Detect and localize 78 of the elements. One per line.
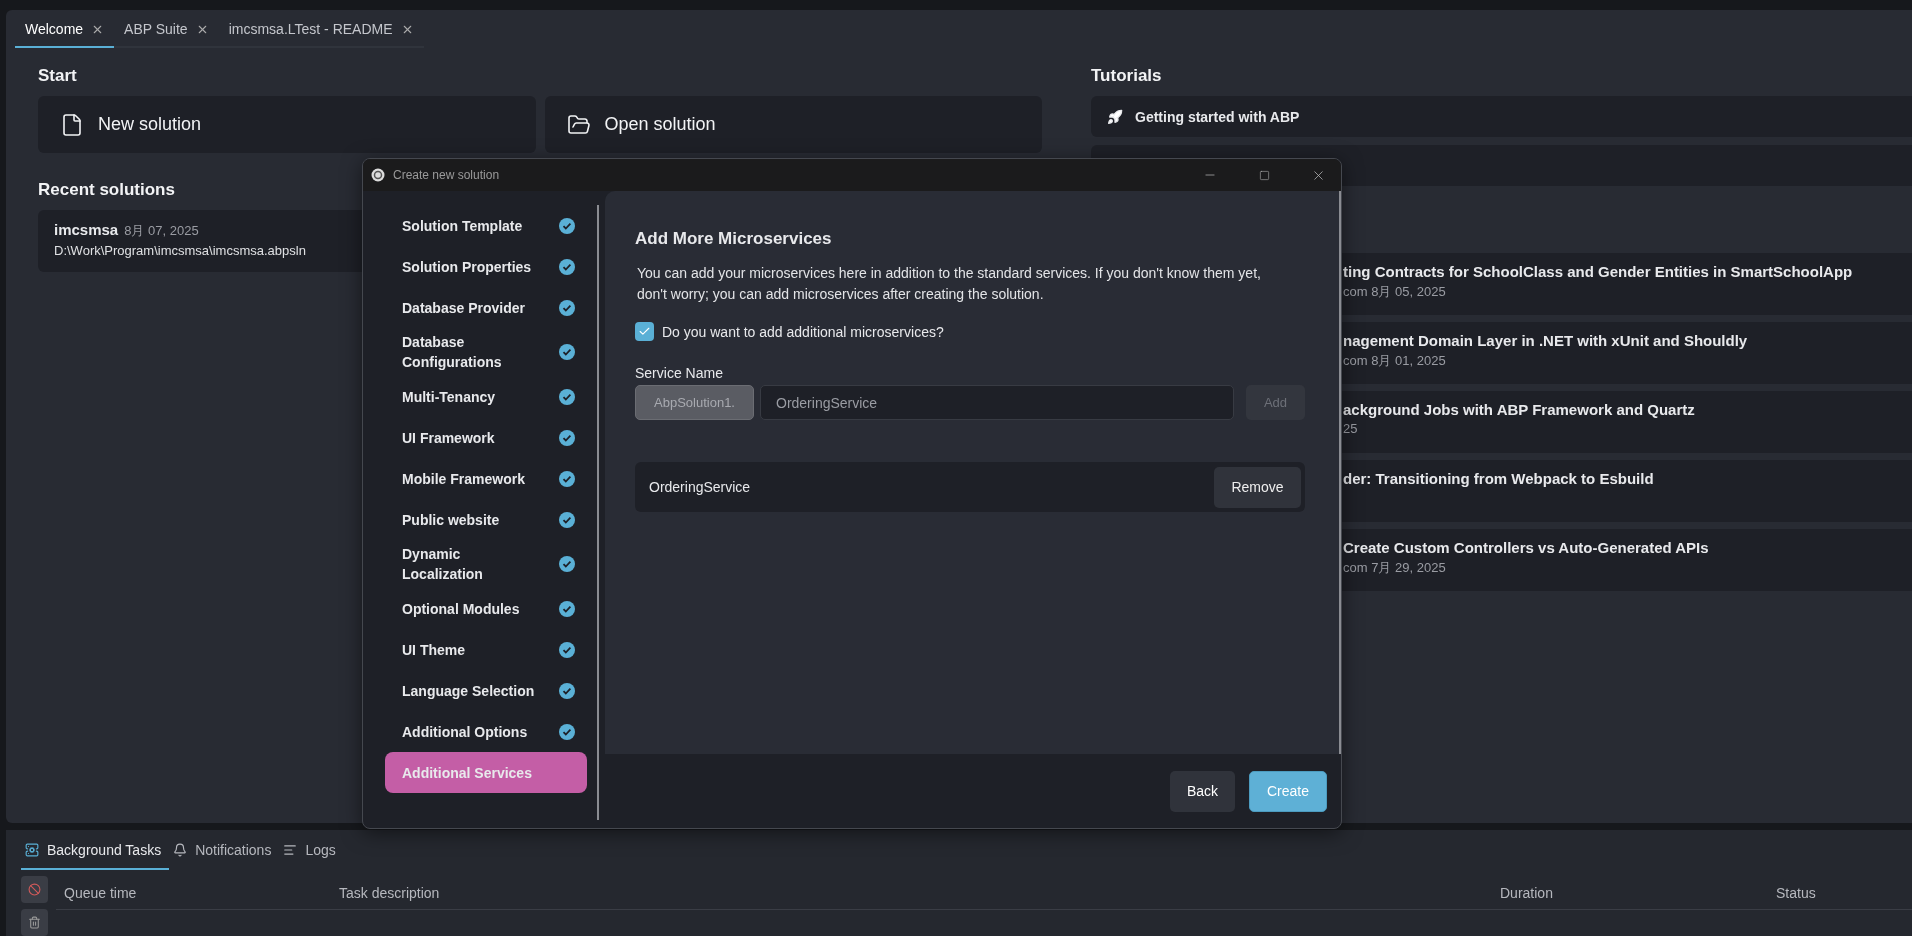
article-title: ting Contracts for SchoolClass and Gender Entities in SmartSchoolApp bbox=[1343, 263, 1854, 280]
check-icon bbox=[638, 325, 651, 338]
wizard-step[interactable]: Mobile Framework bbox=[385, 458, 587, 499]
panel-tab[interactable]: Notifications bbox=[169, 832, 280, 870]
description-text: You can add your microservices here in addition to the standard services. If you don't know them yet, don't worry; you can add microservices after creating the solution. bbox=[636, 264, 1262, 304]
editor-tab[interactable]: ABP Suite bbox=[114, 12, 219, 48]
column-header: Task description bbox=[339, 884, 441, 901]
wizard-step[interactable]: Optional Modules bbox=[385, 588, 587, 629]
folder-icon bbox=[566, 112, 591, 137]
checkbox[interactable] bbox=[635, 322, 654, 341]
check-circle-icon bbox=[559, 388, 575, 405]
wizard-step[interactable]: Database Configurations bbox=[385, 328, 587, 376]
article-meta: 25 bbox=[1343, 421, 1359, 436]
bell-icon bbox=[173, 843, 188, 857]
wizard-step[interactable]: Dynamic Localization bbox=[385, 540, 587, 588]
editor-tab[interactable]: Welcome bbox=[15, 12, 115, 48]
maximize-icon bbox=[1258, 169, 1270, 181]
editor-tab[interactable]: imcsmsa.LTest - README bbox=[218, 12, 424, 48]
wizard-step[interactable]: Database Provider bbox=[385, 287, 587, 328]
article-title: Create Custom Controllers vs Auto-Generated APIs bbox=[1343, 539, 1710, 556]
check-circle-icon bbox=[559, 258, 575, 275]
article-title: nagement Domain Layer in .NET with xUnit and Shouldly bbox=[1343, 332, 1749, 349]
content-heading: Add More Microservices bbox=[635, 229, 833, 249]
service-name: OrderingService bbox=[649, 479, 751, 495]
wizard-step[interactable]: Additional Options bbox=[385, 711, 587, 752]
file-icon bbox=[60, 112, 84, 137]
remove-button[interactable]: Remove bbox=[1214, 466, 1301, 508]
wizard-step[interactable]: UI Framework bbox=[385, 417, 587, 458]
article-meta: com 7月 29, 2025 bbox=[1343, 559, 1447, 577]
panel-tab[interactable]: Background Tasks bbox=[21, 832, 170, 870]
article-meta: com 8月 01, 2025 bbox=[1343, 352, 1447, 370]
window-title: Create new solution bbox=[393, 168, 501, 182]
wizard-step[interactable]: Language Selection bbox=[385, 670, 587, 711]
article-meta: com 8月 05, 2025 bbox=[1343, 283, 1447, 301]
article-title: der: Transitioning from Webpack to Esbuild bbox=[1343, 470, 1655, 487]
check-circle-icon bbox=[559, 723, 575, 740]
solution-name: imcsmsa 8月 07, 2025 bbox=[54, 221, 199, 240]
service-name-input[interactable]: OrderingService bbox=[760, 385, 1234, 420]
wizard-step[interactable]: Public website bbox=[385, 499, 587, 540]
section-heading: Recent solutions bbox=[38, 180, 176, 200]
section-heading: Start bbox=[38, 66, 78, 86]
solution-path: D:\Work\Program\imcsmsa\imcsmsa.abpsln bbox=[54, 243, 307, 258]
check-circle-icon bbox=[559, 511, 575, 528]
check-circle-icon bbox=[559, 600, 575, 617]
server-icon bbox=[25, 843, 39, 857]
field-label: Service Name bbox=[635, 365, 724, 381]
check-circle-icon bbox=[559, 641, 575, 658]
checkbox-label: Do you want to add additional microservices? bbox=[662, 323, 944, 340]
cancel-button[interactable] bbox=[21, 876, 48, 903]
delete-button[interactable] bbox=[21, 909, 48, 936]
wizard-step[interactable]: Multi-Tenancy bbox=[385, 376, 587, 417]
column-header: Duration bbox=[1500, 884, 1554, 901]
tutorial-card[interactable]: Getting started with ABP bbox=[1091, 96, 1912, 137]
start-action-card[interactable]: Open solution bbox=[544, 96, 1042, 153]
action-label: New solution bbox=[98, 114, 202, 135]
column-header: Status bbox=[1776, 884, 1817, 901]
panel-tab[interactable]: Logs bbox=[279, 832, 344, 870]
app-logo-icon bbox=[371, 168, 385, 182]
wizard-step[interactable]: UI Theme bbox=[385, 629, 587, 670]
name-prefix-field: AbpSolution1. bbox=[635, 385, 754, 420]
check-circle-icon bbox=[559, 217, 575, 234]
start-action-card[interactable]: New solution bbox=[38, 96, 536, 153]
ban-icon bbox=[28, 883, 41, 896]
column-header: Queue time bbox=[64, 884, 138, 901]
tutorial-label: Getting started with ABP bbox=[1135, 108, 1300, 125]
action-label: Open solution bbox=[604, 114, 716, 135]
trash-icon bbox=[28, 916, 41, 929]
check-circle-icon bbox=[559, 682, 575, 699]
check-circle-icon bbox=[559, 429, 575, 446]
check-circle-icon bbox=[559, 299, 575, 316]
back-button[interactable]: Back bbox=[1170, 770, 1235, 812]
check-circle-icon bbox=[559, 556, 575, 572]
check-circle-icon bbox=[559, 344, 575, 360]
rocket-icon bbox=[1107, 108, 1123, 125]
section-heading: Tutorials bbox=[1091, 66, 1163, 86]
check-circle-icon bbox=[559, 470, 575, 487]
lines-icon bbox=[283, 843, 298, 857]
article-title: ackground Jobs with ABP Framework and Quartz bbox=[1343, 401, 1696, 418]
